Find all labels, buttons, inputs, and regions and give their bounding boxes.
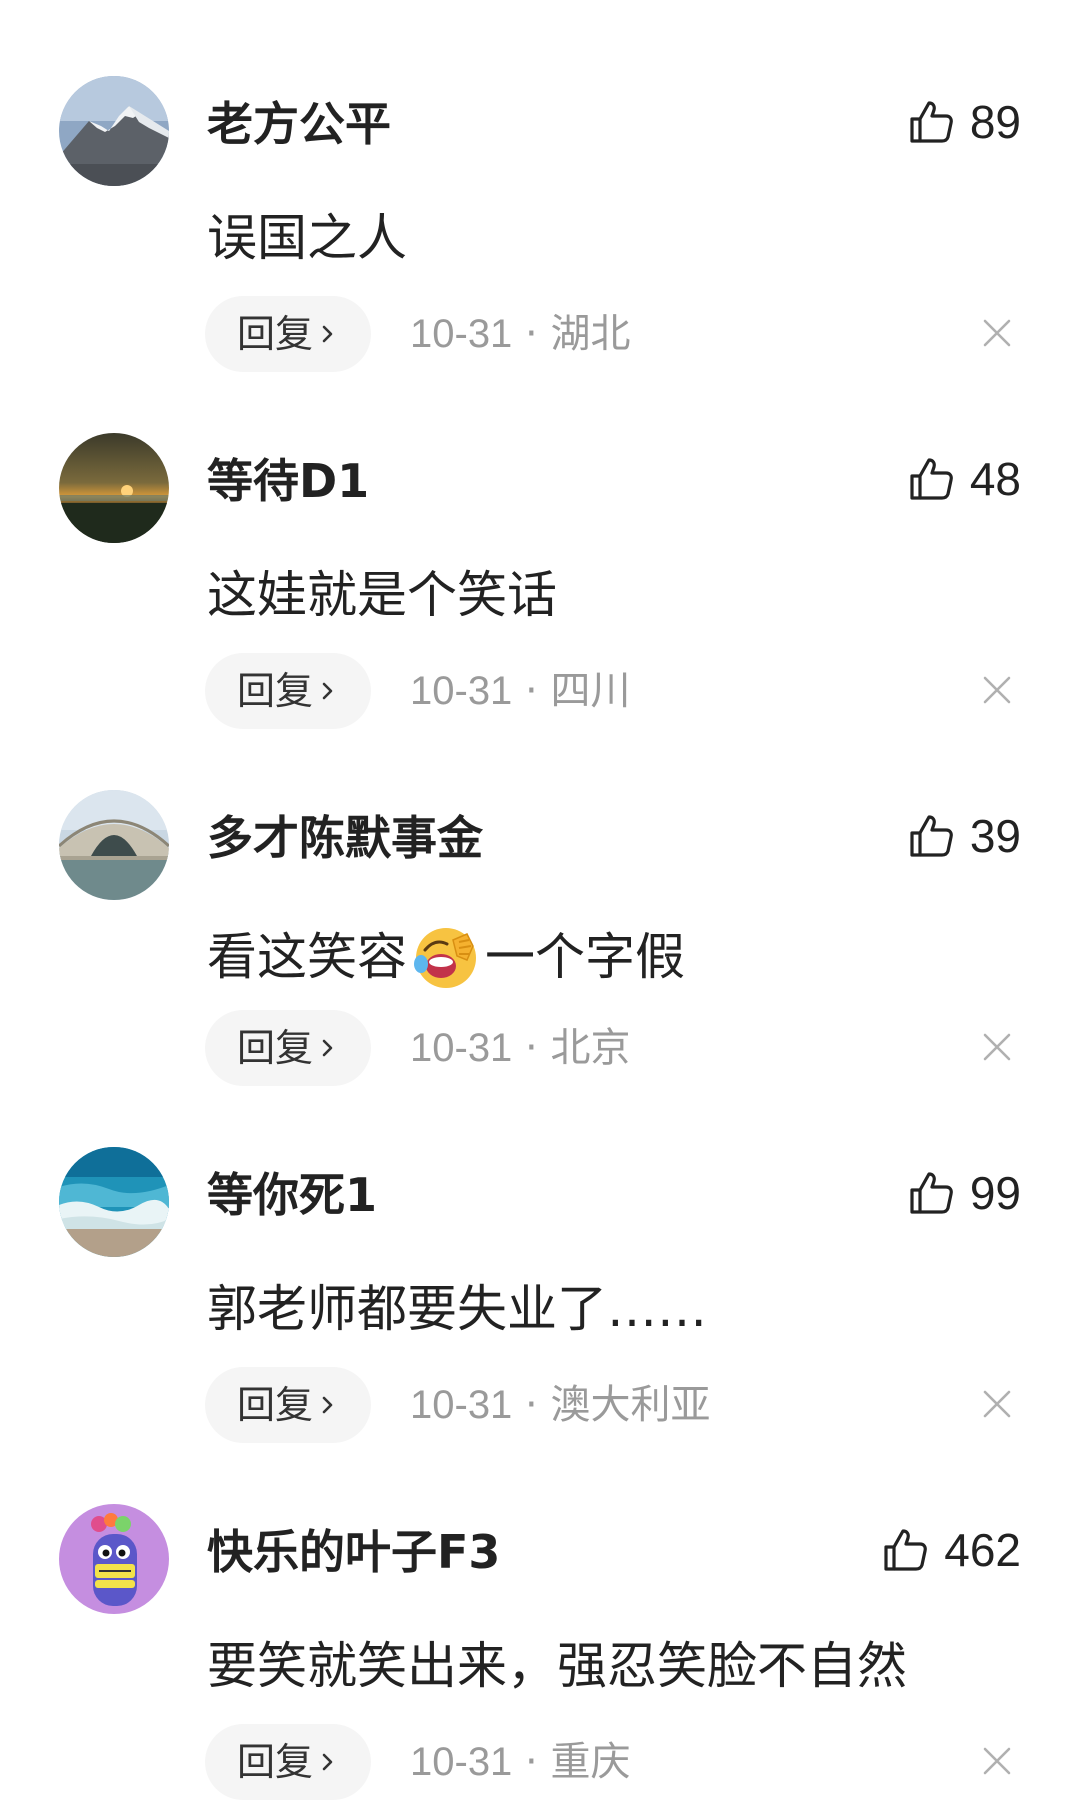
comment-date: 10-31	[410, 1740, 513, 1784]
comment-date: 10-31	[410, 1026, 513, 1070]
username[interactable]: 等你死1	[207, 1165, 377, 1225]
comment-text-body: 郭老师都要失业了……	[207, 1280, 707, 1338]
avatar[interactable]	[59, 1147, 169, 1257]
dismiss-button[interactable]	[980, 1030, 1014, 1064]
comment-item: 多才陈默事金 39 看这笑容 一个字假 回复 10-31 · 北京	[0, 714, 1080, 1086]
meta-separator: ·	[525, 1739, 538, 1785]
like-button[interactable]: 48	[906, 449, 1021, 509]
meta-separator: ·	[525, 668, 538, 714]
username[interactable]: 多才陈默事金	[207, 808, 483, 868]
avatar-cartoon-icon	[59, 1504, 169, 1614]
close-icon	[983, 1747, 1011, 1775]
like-button[interactable]: 89	[906, 92, 1021, 152]
close-icon	[983, 1033, 1011, 1061]
comment-text-body: 要笑就笑出来，强忍笑脸不自然	[207, 1637, 907, 1695]
comment-location: 澳大利亚	[550, 1382, 711, 1428]
comment-text: 要笑就笑出来，强忍笑脸不自然	[207, 1634, 907, 1698]
username[interactable]: 老方公平	[207, 94, 391, 154]
comment-date: 10-31	[410, 1383, 513, 1427]
chevron-right-icon	[322, 1039, 333, 1057]
comment-meta: 10-31 · 重庆	[410, 1732, 630, 1792]
like-button[interactable]: 39	[906, 806, 1021, 866]
comment-meta: 10-31 · 北京	[410, 1018, 630, 1078]
avatar-beach-icon	[59, 1147, 169, 1257]
chevron-right-icon	[322, 325, 333, 343]
comment-date: 10-31	[410, 312, 513, 356]
like-count: 462	[944, 1524, 1021, 1576]
meta-separator: ·	[525, 1382, 538, 1428]
thumbs-up-icon	[910, 815, 953, 857]
like-count: 99	[969, 1167, 1021, 1219]
like-button[interactable]: 462	[880, 1520, 1021, 1580]
username[interactable]: 等待D1	[207, 451, 369, 511]
reply-label: 回复	[236, 1740, 313, 1784]
like-button[interactable]: 99	[906, 1163, 1021, 1223]
thumbs-up-icon	[910, 1172, 953, 1214]
chevron-right-icon	[322, 682, 333, 700]
comment-location: 北京	[550, 1025, 631, 1071]
avatar-bridge-icon	[59, 790, 169, 900]
chevron-right-icon	[322, 1396, 333, 1414]
thumbs-up-icon	[910, 101, 953, 143]
comment-meta: 10-31 · 澳大利亚	[410, 1375, 710, 1435]
comment-date: 10-31	[410, 669, 513, 713]
comment-text: 郭老师都要失业了……	[207, 1277, 707, 1341]
comment-text: 看这笑容 一个字假	[207, 920, 685, 994]
comment-text-after-emoji: 一个字假	[485, 928, 685, 986]
comment-location: 湖北	[550, 311, 631, 357]
comment-item: 等待D1 48 这娃就是个笑话 回复 10-31 · 四川	[0, 357, 1080, 729]
dismiss-button[interactable]	[980, 316, 1014, 350]
reply-button[interactable]: 回复	[205, 1724, 371, 1800]
comment-text-body: 误国之人	[207, 209, 407, 267]
like-count: 89	[969, 96, 1021, 148]
dismiss-button[interactable]	[980, 673, 1014, 707]
comment-text-before-emoji: 看这笑容	[207, 928, 407, 986]
comment-location: 重庆	[550, 1739, 631, 1785]
chevron-right-icon	[322, 1753, 333, 1771]
comment-meta: 10-31 · 湖北	[410, 304, 630, 364]
comment-location: 四川	[550, 668, 631, 714]
comment-meta: 10-31 · 四川	[410, 661, 630, 721]
comment-text-body: 这娃就是个笑话	[207, 566, 557, 624]
close-icon	[983, 676, 1011, 704]
close-icon	[983, 319, 1011, 347]
comment-item: 老方公平 89 误国之人 回复 10-31 · 湖北	[0, 0, 1080, 372]
like-count: 39	[969, 810, 1021, 862]
avatar[interactable]	[59, 790, 169, 900]
avatar-sunset-icon	[59, 433, 169, 543]
username[interactable]: 快乐的叶子F3	[207, 1522, 500, 1582]
like-count: 48	[969, 453, 1021, 505]
avatar-mountain-icon	[59, 76, 169, 186]
comment-item: 等你死1 99 郭老师都要失业了…… 回复 10-31 · 澳大利亚	[0, 1071, 1080, 1443]
comment-item: 快乐的叶子F3 462 要笑就笑出来，强忍笑脸不自然 回复 10-31 · 重庆	[0, 1428, 1080, 1800]
dismiss-button[interactable]	[980, 1387, 1014, 1421]
thumbs-up-icon	[884, 1529, 928, 1571]
meta-separator: ·	[525, 311, 538, 357]
avatar[interactable]	[59, 76, 169, 186]
close-icon	[983, 1390, 1011, 1418]
avatar[interactable]	[59, 1504, 169, 1614]
meta-separator: ·	[525, 1025, 538, 1071]
comment-text: 这娃就是个笑话	[207, 563, 557, 627]
avatar[interactable]	[59, 433, 169, 543]
thumbs-up-icon	[910, 458, 953, 500]
comment-text: 误国之人	[207, 206, 407, 270]
dismiss-button[interactable]	[980, 1744, 1014, 1778]
rolling-laughing-emoji-icon	[409, 920, 483, 994]
